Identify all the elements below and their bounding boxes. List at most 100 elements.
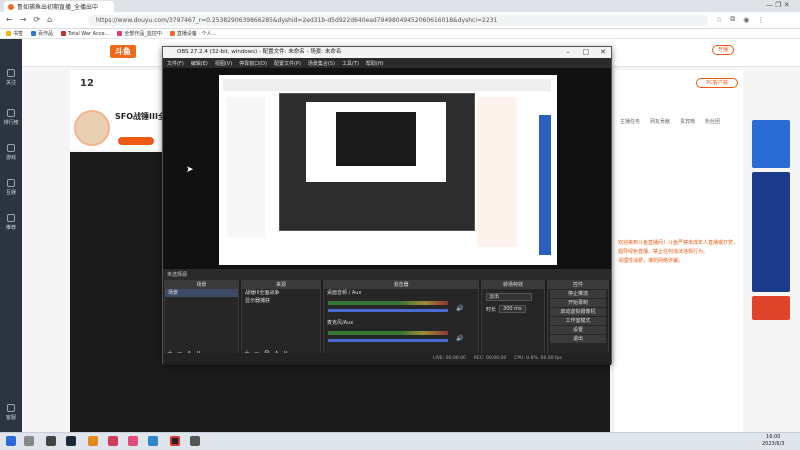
ad-banner[interactable] (752, 296, 790, 320)
heart-icon (7, 69, 15, 77)
clock-time: 16:00 (766, 434, 781, 440)
taskbar (0, 432, 800, 450)
sources-dock: 来源 战锤III全面战争 显示器捕获 +−⚙∧∨ (241, 280, 321, 360)
bookmarks-bar: 书签 百作品 Total War Acce... 全部作品_监控中 直播设备 ·… (0, 29, 800, 39)
back-icon[interactable]: ← (6, 15, 13, 24)
pc-client-button[interactable]: PC客户端 (696, 78, 738, 88)
source-item[interactable]: 战锤III全面战争 (242, 289, 320, 297)
duration-row: 时长 300 ms (486, 305, 526, 313)
nav-buttons[interactable]: ← → ⟳ ⌂ (6, 15, 52, 24)
tab-fans[interactable]: 粉丝团 (705, 118, 720, 125)
douyu-logo[interactable]: 斗鱼 (110, 45, 136, 58)
transition-select[interactable]: 淡出 (486, 293, 532, 301)
bookmark-item[interactable]: 百作品 (31, 30, 53, 37)
speaker-icon[interactable]: 🔊 (456, 305, 463, 312)
menu-help[interactable]: 帮助(H) (366, 60, 384, 67)
tab-vip[interactable]: 贵宾榜 (680, 118, 695, 125)
menu-edit[interactable]: 编辑(E) (191, 60, 208, 67)
forward-icon[interactable]: → (20, 15, 27, 24)
toolbar-extensions[interactable]: ☆ ⧉ ◉ ⋮ (716, 15, 764, 24)
menu-file[interactable]: 文件(F) (167, 60, 184, 67)
maximize-button[interactable]: □ (577, 47, 595, 58)
app-icon[interactable] (128, 436, 138, 446)
chat-message: 欢迎来到斗鱼直播间！斗鱼严禁未成年人直播或打赏， (618, 240, 739, 246)
app-icon[interactable] (88, 436, 98, 446)
nested-deeper-obs (336, 112, 416, 166)
duration-label: 时长 (486, 306, 497, 313)
nav-item[interactable]: 游戏 (0, 144, 22, 161)
steam-icon[interactable] (66, 436, 76, 446)
start-recording-button[interactable]: 开始录制 (550, 299, 606, 307)
system-clock[interactable]: 16:00 2023/6/3 (762, 434, 784, 448)
nav-item[interactable]: 关注 (0, 69, 22, 86)
obs-window: OBS 27.2.4 (32-bit, windows) - 配置文件: 未命名… (162, 46, 612, 365)
speaker-icon[interactable]: 🔊 (456, 335, 463, 342)
address-input[interactable]: https://www.douyu.com/3797467_r=0.253829… (88, 15, 708, 26)
browser-icon[interactable] (148, 436, 158, 446)
virtual-camera-button[interactable]: 启动虚拟摄像机 (550, 308, 606, 316)
menu-scene-collection[interactable]: 场景集合(S) (308, 60, 335, 67)
settings-button[interactable]: 设置 (550, 326, 606, 334)
scenes-title: 场景 (165, 281, 238, 289)
volume-slider[interactable] (328, 309, 448, 312)
ad-banner[interactable] (752, 172, 790, 292)
menu-profile[interactable]: 配置文件(P) (274, 60, 301, 67)
extension-icon[interactable]: ⧉ (730, 15, 735, 24)
menu-tools[interactable]: 工具(T) (342, 60, 359, 67)
sources-title: 来源 (242, 281, 320, 289)
nav-item[interactable]: 排行榜 (0, 109, 22, 126)
nav-item[interactable]: 客服 (0, 404, 22, 421)
nested-obs (279, 93, 475, 231)
tab-anchor-task[interactable]: 主播任务 (620, 118, 640, 125)
reload-icon[interactable]: ⟳ (33, 15, 40, 24)
task-view-icon[interactable] (46, 436, 56, 446)
stop-streaming-button[interactable]: 停止推流 (550, 290, 606, 298)
search-icon[interactable] (24, 436, 34, 446)
menu-view[interactable]: 视图(V) (215, 60, 232, 67)
menu-docks[interactable]: 停靠窗口(D) (239, 60, 267, 67)
bookmark-item[interactable]: Total War Acce... (61, 31, 109, 37)
controls-dock: 控件 停止推流 开始录制 启动虚拟摄像机 工作室模式 设置 退出 (547, 280, 609, 360)
menu-icon[interactable]: ⋮ (757, 16, 764, 24)
nav-item[interactable]: 推荐 (0, 214, 22, 231)
app-icon[interactable] (190, 436, 200, 446)
close-button[interactable]: ✕ (594, 47, 612, 58)
exit-button[interactable]: 退出 (550, 335, 606, 343)
preview-canvas[interactable] (219, 75, 557, 265)
ad-banner[interactable] (752, 120, 790, 168)
windows-start-icon[interactable] (6, 436, 16, 446)
nested-obs-preview (306, 102, 446, 182)
volume-slider[interactable] (328, 339, 448, 342)
bookmark-item[interactable]: 全部作品_监控中 (117, 30, 162, 37)
profile-icon[interactable]: ◉ (743, 16, 749, 24)
chat-icon (7, 179, 15, 187)
obs-menubar: 文件(F) 编辑(E) 视图(V) 停靠窗口(D) 配置文件(P) 场景集合(S… (163, 58, 611, 68)
mixer-track-label: 麦克风/Aux (327, 320, 354, 326)
app-icon[interactable] (108, 436, 118, 446)
left-nav: 关注 排行榜 游戏 互娱 推荐 客服 (0, 39, 22, 432)
source-item[interactable]: 显示器捕获 (242, 297, 320, 305)
right-panel: 主播任务 网友贡献 贵宾榜 粉丝团 欢迎来到斗鱼直播间！斗鱼严禁未成年人直播或打… (613, 70, 743, 432)
avatar[interactable] (74, 110, 110, 146)
obs-statusbar: LIVE: 00:00:00 REC: 00:00:00 CPU: 0.6%, … (163, 353, 611, 363)
nav-item[interactable]: 互娱 (0, 179, 22, 196)
no-source-label: 未选择源 (167, 272, 188, 278)
window-controls[interactable]: — ❐ ✕ (766, 1, 790, 9)
clock-date: 2023/6/3 (762, 441, 785, 447)
service-icon (7, 404, 15, 412)
bookmark-item[interactable]: 书签 (6, 30, 23, 37)
scenes-dock: 场景 场景 +−∧∨ (164, 280, 239, 360)
studio-mode-button[interactable]: 工作室模式 (550, 317, 606, 325)
tab-title: 鲁如捕鱼出初期直播_全播出中 (17, 4, 99, 11)
duration-input[interactable]: 300 ms (499, 305, 526, 313)
browser-tab[interactable]: 鲁如捕鱼出初期直播_全播出中 (4, 1, 114, 12)
obs-icon[interactable] (170, 436, 180, 446)
home-icon[interactable]: ⌂ (47, 15, 52, 24)
tab-contribution[interactable]: 网友贡献 (650, 118, 670, 125)
fan-badge[interactable] (118, 137, 154, 145)
star-icon[interactable]: ☆ (716, 16, 722, 24)
bookmark-item[interactable]: 直播设备 · 个人... (169, 30, 216, 37)
start-live-button[interactable]: 开播 (712, 45, 734, 55)
minimize-button[interactable]: – (559, 47, 577, 58)
scene-item[interactable]: 场景 (165, 289, 238, 297)
